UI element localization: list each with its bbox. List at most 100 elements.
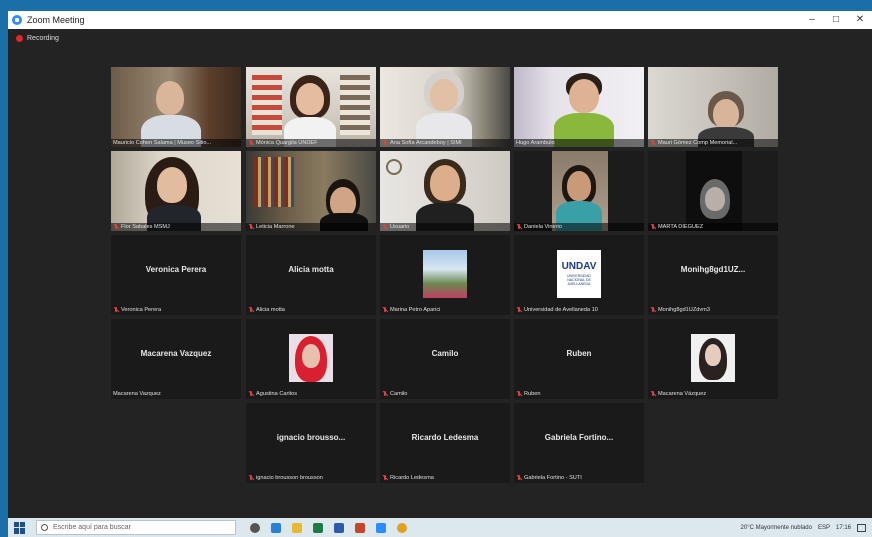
participant-display-name: Alicia motta xyxy=(288,265,334,274)
participant-name: Usuario xyxy=(380,223,510,231)
participant-tile[interactable]: Flor Sabales MSMJ xyxy=(111,151,241,231)
muted-mic-icon xyxy=(650,391,656,397)
muted-mic-icon xyxy=(382,391,388,397)
profile-picture xyxy=(289,334,333,382)
powerpoint-icon[interactable] xyxy=(355,522,365,533)
participant-tile[interactable]: Monihg8gd1UZ... Monihg8gd1UZdvm3 xyxy=(648,235,778,315)
participant-name: MARTA DIEGUEZ xyxy=(648,223,778,231)
edge-icon[interactable] xyxy=(271,522,281,533)
muted-mic-icon xyxy=(382,307,388,313)
windows-taskbar: Escribe aquí para buscar 20°C Mayormente… xyxy=(8,518,872,537)
file-explorer-icon[interactable] xyxy=(292,522,302,533)
muted-mic-icon xyxy=(248,475,254,481)
muted-mic-icon xyxy=(516,391,522,397)
muted-mic-icon xyxy=(113,224,119,230)
recording-indicator[interactable]: Recording xyxy=(16,35,59,42)
participant-video xyxy=(111,151,241,231)
participant-tile-active-speaker[interactable]: Leticia Marrone xyxy=(246,151,376,231)
participant-name: Gabriela Fortino - SUTI xyxy=(516,475,642,481)
participant-video xyxy=(380,67,510,147)
participant-tile[interactable]: Alicia motta Alicia motta xyxy=(246,235,376,315)
participant-name: Leticia Marrone xyxy=(246,223,376,231)
participant-name: Camilo xyxy=(382,391,508,397)
participant-tile[interactable]: Daniela Vinerio xyxy=(514,151,644,231)
participant-name: Universidad de Avellaneda 10 xyxy=(516,307,642,313)
muted-mic-icon xyxy=(248,307,254,313)
minimize-button[interactable]: – xyxy=(800,11,824,29)
participant-display-name: Monihg8gd1UZ... xyxy=(680,265,746,274)
participant-name: Marina Petro Aparici xyxy=(382,307,508,313)
muted-mic-icon xyxy=(650,307,656,313)
chrome-icon[interactable] xyxy=(397,522,407,533)
participant-tile[interactable]: UNDAV UNIVERSIDAD NACIONAL DE AVELLANEDA… xyxy=(514,235,644,315)
participant-name: Mónica Quargila UNDEF xyxy=(246,139,376,147)
weather-status[interactable]: 20°C Mayormente nublado xyxy=(741,525,812,531)
participant-video xyxy=(111,67,241,147)
participant-video xyxy=(380,151,510,231)
participant-tile[interactable]: Macarena Vazquez Macarena Vazquez xyxy=(111,319,241,399)
recording-label: Recording xyxy=(27,35,59,42)
participant-tile[interactable]: Mauricio Cohen Salama | Museo Sitio... xyxy=(111,67,241,147)
participant-video xyxy=(246,151,376,231)
participant-tile[interactable]: Usuario xyxy=(380,151,510,231)
participant-display-name: Veronica Perera xyxy=(145,265,207,274)
participant-video xyxy=(648,67,778,147)
participant-tile[interactable]: Veronica Perera Veronica Perera xyxy=(111,235,241,315)
participant-tile[interactable]: Ricardo Ledesma Ricardo Ledesma xyxy=(380,403,510,483)
muted-mic-icon xyxy=(650,224,656,230)
muted-mic-icon xyxy=(516,224,522,230)
search-icon xyxy=(41,524,48,531)
windows-start-icon[interactable] xyxy=(14,521,26,534)
participant-tile[interactable]: Ana Sofía Arcandeboy | SIMI xyxy=(380,67,510,147)
taskbar-search-input[interactable]: Escribe aquí para buscar xyxy=(36,520,236,535)
participant-name: Flor Sabales MSMJ xyxy=(111,223,241,231)
participant-tile[interactable]: Mauri Gómez Comp Memorial... xyxy=(648,67,778,147)
muted-mic-icon xyxy=(248,224,254,230)
participant-tile[interactable]: Agustina Caritos xyxy=(246,319,376,399)
notification-icon[interactable] xyxy=(857,523,866,532)
participant-tile[interactable]: Camilo Camilo xyxy=(380,319,510,399)
participant-name: Ricardo Ledesma xyxy=(382,475,508,481)
participant-tile[interactable]: Marina Petro Aparici xyxy=(380,235,510,315)
participant-tile[interactable]: Ruben Ruben xyxy=(514,319,644,399)
muted-mic-icon xyxy=(113,307,119,313)
participant-name: Veronica Perera xyxy=(113,307,239,313)
close-button[interactable]: ✕ xyxy=(848,11,872,29)
participant-name: Mauricio Cohen Salama | Museo Sitio... xyxy=(111,139,241,147)
muted-mic-icon xyxy=(248,391,254,397)
muted-mic-icon xyxy=(248,140,254,146)
clock[interactable]: 17:16 xyxy=(836,525,851,531)
participant-name: Mauri Gómez Comp Memorial... xyxy=(648,139,778,147)
participant-display-name: Ricardo Ledesma xyxy=(411,433,479,442)
maximize-button[interactable]: □ xyxy=(824,11,848,29)
muted-mic-icon xyxy=(382,224,388,230)
profile-picture xyxy=(691,334,735,382)
participant-name: ignacio brousson brousson xyxy=(248,475,374,481)
excel-icon[interactable] xyxy=(313,522,323,533)
muted-mic-icon xyxy=(516,307,522,313)
participant-name: Macarena Vázquez xyxy=(650,391,776,397)
participant-tile[interactable]: ignacio broussо... ignacio brousson brou… xyxy=(246,403,376,483)
participant-name: Monihg8gd1UZdvm3 xyxy=(650,307,776,313)
participant-tile[interactable]: Mónica Quargila UNDEF xyxy=(246,67,376,147)
participant-display-name: Macarena Vazquez xyxy=(140,349,212,358)
participant-name: Hugo Arambulo xyxy=(514,139,644,147)
participant-tile[interactable]: Gabriela Fortino... Gabriela Fortino - S… xyxy=(514,403,644,483)
muted-mic-icon xyxy=(650,140,656,146)
system-tray: 20°C Mayormente nublado ESP 17:16 xyxy=(735,523,866,532)
task-view-icon[interactable] xyxy=(250,522,260,533)
participant-video xyxy=(514,67,644,147)
word-icon[interactable] xyxy=(334,522,344,533)
muted-mic-icon xyxy=(516,475,522,481)
participant-name: Macarena Vazquez xyxy=(113,391,161,397)
participant-tile[interactable]: MARTA DIEGUEZ xyxy=(648,151,778,231)
participant-display-name: Gabriela Fortino... xyxy=(544,433,614,442)
language-indicator[interactable]: ESP xyxy=(818,525,830,531)
participant-display-name: ignacio broussо... xyxy=(276,433,346,442)
participant-tile[interactable]: Macarena Vázquez xyxy=(648,319,778,399)
participant-video xyxy=(514,151,644,231)
zoom-taskbar-icon[interactable] xyxy=(376,522,386,533)
participant-tile[interactable]: Hugo Arambulo xyxy=(514,67,644,147)
muted-mic-icon xyxy=(382,475,388,481)
taskbar-apps xyxy=(250,522,418,533)
